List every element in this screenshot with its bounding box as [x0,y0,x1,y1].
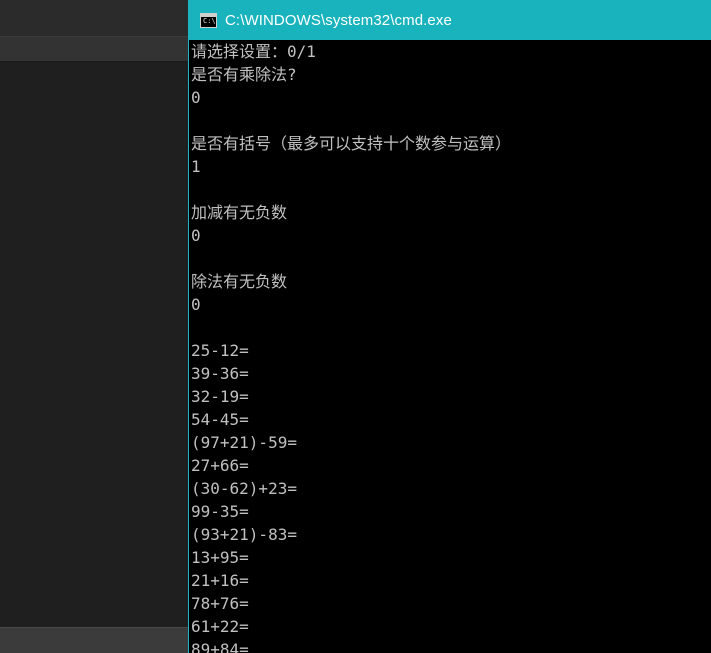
cmd-console-icon[interactable]: C:\ [200,12,217,28]
console-line: (93+21)-83= [191,525,297,544]
console-line: 0 [191,88,201,107]
console-line: 32-19= [191,387,249,406]
console-line: (97+21)-59= [191,433,297,452]
title-bar[interactable]: C:\ C:\WINDOWS\system32\cmd.exe [189,0,711,40]
background-editor-window[interactable] [0,0,188,653]
window-title: C:\WINDOWS\system32\cmd.exe [225,11,452,29]
cmd-window[interactable]: C:\ C:\WINDOWS\system32\cmd.exe 请选择设置：0/… [188,0,711,653]
console-line: (30-62)+23= [191,479,297,498]
console-line: 是否有括号（最多可以支持十个数参与运算） [191,134,512,153]
console-line: 54-45= [191,410,249,429]
console-line: 78+76= [191,594,249,613]
console-line: 除法有无负数 [191,272,288,291]
editor-status-bar [0,627,188,653]
editor-body[interactable] [0,62,188,627]
console-line: 加减有无负数 [191,203,288,222]
desktop: C:\ C:\WINDOWS\system32\cmd.exe 请选择设置：0/… [0,0,711,653]
console-line: 89+84= [191,640,249,653]
console-output[interactable]: 请选择设置：0/1 是否有乘除法? 0 是否有括号（最多可以支持十个数参与运算） 1 加减… [189,40,711,653]
console-line: 0 [191,226,201,245]
console-line: 是否有乘除法? [191,65,297,84]
console-line: 0 [191,295,201,314]
console-line: 25-12= [191,341,249,360]
editor-toolbar [0,0,188,37]
cmd-icon-prompt: C:\ [203,16,216,25]
console-line: 1 [191,157,201,176]
console-line: 39-36= [191,364,249,383]
console-line: 99-35= [191,502,249,521]
console-line: 请选择设置：0/1 [191,42,316,61]
console-line: 13+95= [191,548,249,567]
console-line: 27+66= [191,456,249,475]
console-line: 21+16= [191,571,249,590]
console-line: 61+22= [191,617,249,636]
editor-tab-strip[interactable] [0,37,188,62]
